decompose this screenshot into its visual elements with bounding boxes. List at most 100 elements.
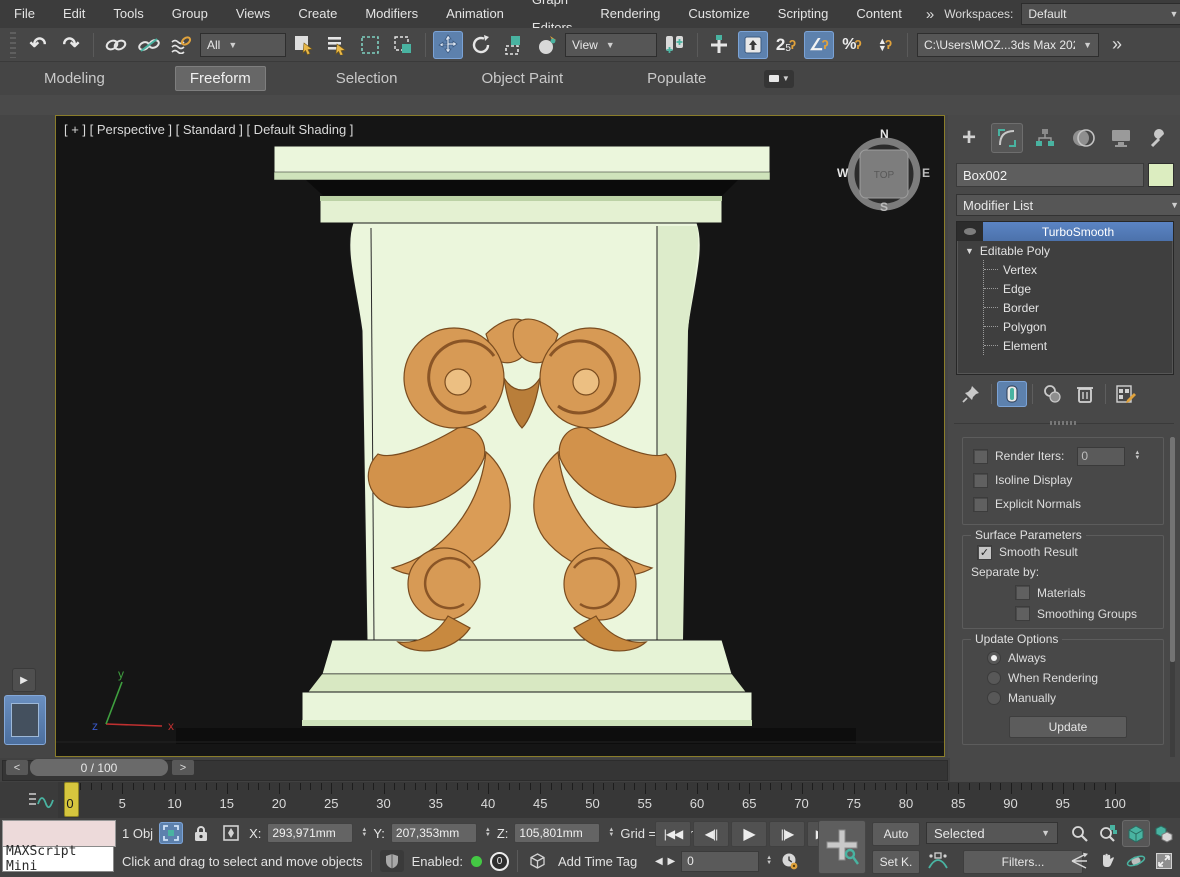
isolate-selection-icon[interactable] — [159, 822, 183, 844]
ribbon-tab-selection[interactable]: Selection — [322, 67, 412, 90]
track-bar-ruler[interactable]: 0510152025303540455055606570758085909510… — [58, 782, 1150, 818]
viewport-layout-tab[interactable] — [4, 695, 46, 745]
toolbar-overflow-chevron[interactable]: » — [1102, 34, 1132, 55]
display-tab-icon[interactable] — [1105, 123, 1137, 153]
perspective-viewport[interactable]: x y z [ + ] [ Perspective ] [ Standard ]… — [55, 115, 945, 757]
radio-button[interactable] — [987, 691, 1001, 705]
play-button[interactable]: ▶ — [731, 821, 767, 847]
stack-subobject-element[interactable]: Element — [984, 336, 1173, 355]
menu-item-edit[interactable]: Edit — [49, 0, 99, 28]
rectangular-selection-region-icon[interactable] — [355, 31, 385, 59]
viewport-label[interactable]: [ + ] [ Perspective ] [ Standard ] [ Def… — [64, 122, 353, 137]
materials-checkbox[interactable] — [1015, 585, 1030, 600]
object-color-swatch[interactable] — [1148, 163, 1174, 187]
viewcube-east[interactable]: E — [922, 166, 930, 180]
snap-25d-icon[interactable]: 25ʔ — [771, 31, 801, 59]
stack-subobject-polygon[interactable]: Polygon — [984, 317, 1173, 336]
zoom-icon[interactable] — [1066, 820, 1094, 847]
make-unique-icon[interactable] — [1038, 381, 1068, 407]
update-option-manually[interactable]: Manually — [987, 688, 1163, 708]
maxscript-mini-listener[interactable]: MAXScript Mini — [2, 846, 114, 872]
toolbar-dock-handle[interactable] — [10, 32, 16, 58]
filters-button[interactable]: Filters... — [963, 850, 1083, 874]
update-option-always[interactable]: Always — [987, 648, 1163, 668]
selection-lock-icon[interactable] — [189, 822, 213, 844]
viewcube-west[interactable]: W — [837, 166, 848, 180]
key-filters-selection-dropdown[interactable]: Selected ▼ — [926, 822, 1058, 844]
menu-item-animation[interactable]: Animation — [432, 0, 518, 28]
radio-button[interactable] — [987, 651, 1001, 665]
menu-item-views[interactable]: Views — [222, 0, 284, 28]
go-to-start-button[interactable]: |◀◀ — [655, 821, 691, 847]
next-frame-button[interactable]: ||▶ — [769, 821, 805, 847]
percent-snap-toggle-icon[interactable]: %ʔ — [837, 31, 867, 59]
key-tangents-icon[interactable] — [926, 850, 950, 872]
zoom-extents-selected-icon[interactable] — [1122, 820, 1150, 847]
spinner-arrows-icon[interactable]: ▲▼ — [485, 828, 491, 838]
viewcube[interactable]: TOP N S W E — [842, 130, 926, 214]
bind-to-space-warp-icon[interactable] — [167, 31, 197, 59]
render-iters-checkbox[interactable] — [973, 449, 988, 464]
z-coordinate-field[interactable]: 105,801mm — [514, 823, 600, 843]
smoothing-groups-checkbox[interactable] — [1015, 606, 1030, 621]
menu-item-customize[interactable]: Customize — [674, 0, 763, 28]
current-frame-field[interactable]: 0 — [681, 851, 759, 872]
explicit-normals-checkbox[interactable] — [973, 497, 988, 512]
menu-item-modifiers[interactable]: Modifiers — [351, 0, 432, 28]
pan-hand-icon[interactable] — [1094, 847, 1122, 874]
y-coordinate-field[interactable]: 207,353mm — [391, 823, 477, 843]
unlink-selection-icon[interactable] — [134, 31, 164, 59]
radio-button[interactable] — [987, 671, 1001, 685]
menu-item-rendering[interactable]: Rendering — [586, 0, 674, 28]
ribbon-minimize-toggle[interactable]: ▼ — [764, 70, 794, 88]
isoline-display-checkbox[interactable] — [973, 473, 988, 488]
rollout-separator[interactable] — [954, 423, 1174, 424]
spinner-arrows-icon[interactable]: ▲▼ — [766, 856, 772, 866]
workspace-select[interactable]: Default ▼ — [1021, 3, 1180, 25]
angle-snap-toggle-button[interactable]: ∠ʔ — [804, 31, 834, 59]
stack-item-editable-poly[interactable]: ▼ Editable Poly — [957, 241, 1173, 260]
update-button[interactable]: Update — [1009, 716, 1127, 738]
snaps-toggle-icon[interactable] — [705, 31, 735, 59]
create-tab-icon[interactable]: + — [953, 123, 985, 153]
show-end-result-button[interactable] — [997, 381, 1027, 407]
mini-curve-editor-icon[interactable] — [26, 789, 56, 811]
x-coordinate-field[interactable]: 293,971mm — [267, 823, 353, 843]
expand-tab-button[interactable]: ▶ — [12, 668, 36, 692]
ribbon-tab-object-paint[interactable]: Object Paint — [467, 67, 577, 90]
macro-recorder-pane[interactable] — [2, 820, 116, 847]
panel-scrollbar-thumb[interactable] — [1170, 437, 1175, 662]
set-key-button[interactable]: Set K. — [872, 850, 920, 874]
utilities-tab-icon[interactable] — [1143, 123, 1175, 153]
select-by-name-icon[interactable] — [322, 31, 352, 59]
select-and-scale-button[interactable] — [499, 31, 529, 59]
scene-security-shield-icon[interactable] — [380, 850, 404, 872]
modify-tab-icon[interactable] — [991, 123, 1023, 153]
motion-tab-icon[interactable] — [1067, 123, 1099, 153]
orbit-icon[interactable] — [1122, 847, 1150, 874]
spinner-arrows-icon[interactable]: ▲▼ — [1134, 451, 1140, 461]
stack-subobject-edge[interactable]: Edge — [984, 279, 1173, 298]
maximize-viewport-toggle-icon[interactable] — [1150, 847, 1178, 874]
window-crossing-icon[interactable] — [388, 31, 418, 59]
select-and-place-icon[interactable] — [532, 31, 562, 59]
select-and-rotate-button[interactable] — [466, 31, 496, 59]
use-pivot-point-center-icon[interactable] — [660, 31, 690, 59]
pin-stack-icon[interactable] — [956, 381, 986, 407]
remove-modifier-icon[interactable] — [1070, 381, 1100, 407]
stack-subobject-border[interactable]: Border — [984, 298, 1173, 317]
auto-key-button[interactable]: Auto — [872, 822, 920, 846]
select-and-link-icon[interactable] — [101, 31, 131, 59]
hierarchy-tab-icon[interactable] — [1029, 123, 1061, 153]
spinner-arrows-icon[interactable]: ▲▼ — [361, 828, 367, 838]
menu-overflow-chevron[interactable]: » — [916, 6, 944, 23]
stack-item-turbosmooth[interactable]: TurboSmooth — [957, 222, 1173, 241]
key-mode-toggle-icon[interactable]: ◀ ▶ — [655, 856, 676, 867]
panel-scrollbar[interactable] — [1170, 437, 1175, 757]
configure-modifier-sets-icon[interactable] — [1111, 381, 1141, 407]
spinner-arrows-icon[interactable]: ▲▼ — [608, 828, 614, 838]
menu-item-content[interactable]: Content — [842, 0, 916, 28]
modifier-visibility-icon[interactable] — [957, 222, 983, 241]
viewcube-north[interactable]: N — [880, 127, 889, 141]
previous-key-button[interactable]: < — [6, 760, 28, 775]
